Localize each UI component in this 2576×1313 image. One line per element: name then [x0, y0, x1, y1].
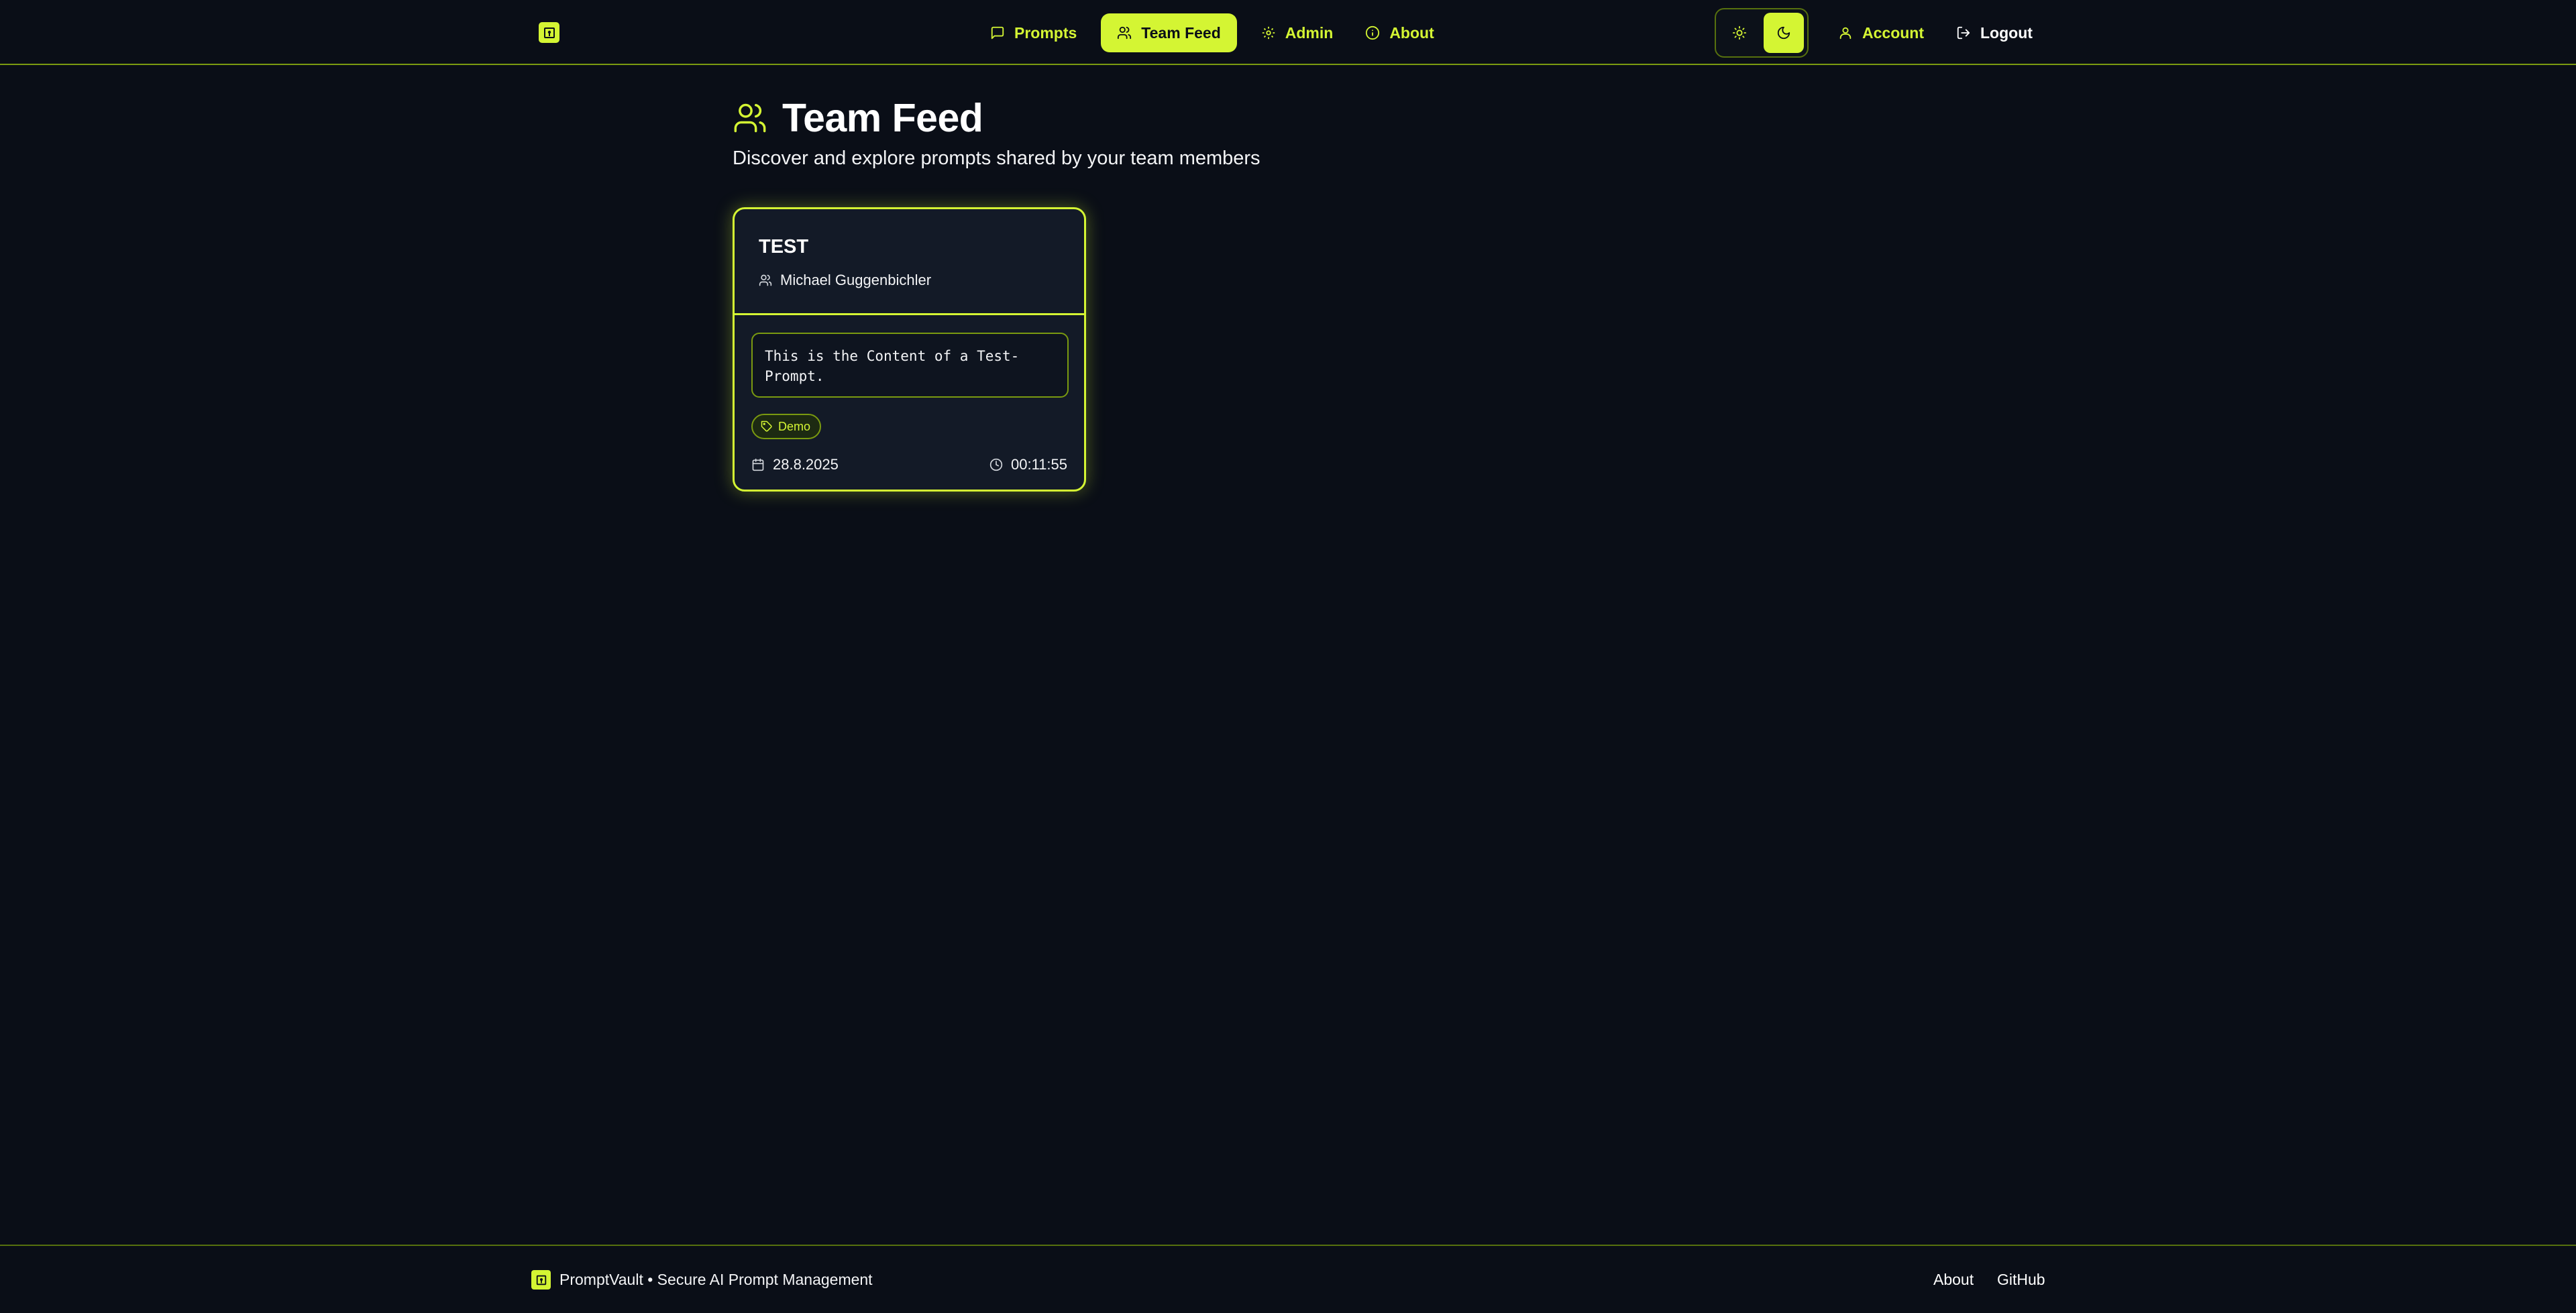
- footer: PromptVault • Secure AI Prompt Managemen…: [0, 1245, 2576, 1313]
- time-value: 00:11:55: [1010, 456, 1067, 473]
- page-header: Team Feed: [733, 95, 983, 141]
- page-title: Team Feed: [782, 96, 983, 140]
- logo-icon[interactable]: [539, 22, 559, 43]
- author-name: Michael Guggenbichler: [780, 272, 932, 288]
- user-nav: Account Logout: [1822, 13, 2049, 52]
- theme-toggle: [1715, 8, 1809, 58]
- prompt-card[interactable]: TEST Michael Guggenbichler This is the C…: [733, 207, 1086, 492]
- card-time: 00:11:55: [989, 456, 1067, 473]
- tag-icon: [761, 420, 772, 432]
- account-link[interactable]: Account: [1822, 13, 1940, 52]
- message-square-icon: [991, 26, 1004, 40]
- light-theme-button[interactable]: [1719, 13, 1760, 53]
- sun-icon: [1732, 25, 1747, 40]
- users-icon: [1118, 26, 1132, 40]
- logout-icon: [1957, 26, 1970, 40]
- prompt-content: This is the Content of a Test-Prompt.: [751, 333, 1069, 398]
- nav-team-feed[interactable]: Team Feed: [1101, 13, 1237, 52]
- dark-theme-button[interactable]: [1764, 13, 1804, 53]
- card-date: 28.8.2025: [751, 456, 839, 473]
- user-icon: [1839, 27, 1851, 40]
- card-title: TEST: [759, 236, 809, 258]
- moon-icon: [1777, 26, 1790, 40]
- page-subtitle: Discover and explore prompts shared by y…: [733, 148, 1260, 169]
- date-value: 28.8.2025: [773, 456, 839, 473]
- nav-admin[interactable]: Admin: [1245, 13, 1350, 52]
- nav-about-label: About: [1389, 23, 1434, 42]
- clock-icon: [989, 458, 1003, 471]
- nav-team-feed-label: Team Feed: [1141, 23, 1221, 42]
- footer-about-link[interactable]: About: [1933, 1271, 1974, 1289]
- nav-prompts-label: Prompts: [1014, 23, 1077, 42]
- footer-github-link[interactable]: GitHub: [1997, 1271, 2045, 1289]
- nav-prompts[interactable]: Prompts: [974, 13, 1093, 52]
- gear-icon: [1262, 26, 1275, 40]
- card-author: Michael Guggenbichler: [759, 272, 1084, 289]
- calendar-icon: [752, 458, 764, 471]
- vault-icon: [531, 1270, 551, 1290]
- nav-about[interactable]: About: [1349, 13, 1450, 52]
- users-icon: [759, 274, 772, 286]
- logout-label: Logout: [1980, 23, 2033, 42]
- tag-label: Demo: [778, 419, 811, 433]
- footer-tagline: PromptVault • Secure AI Prompt Managemen…: [559, 1271, 873, 1288]
- info-icon: [1366, 25, 1380, 40]
- users-icon: [734, 103, 766, 133]
- tag-badge[interactable]: Demo: [751, 414, 822, 439]
- top-navbar: Prompts Team Feed Admin About Account Lo…: [0, 0, 2576, 65]
- logout-button[interactable]: Logout: [1940, 13, 2049, 52]
- card-header: TEST Michael Guggenbichler: [735, 209, 1084, 315]
- main-nav: Prompts Team Feed Admin About: [974, 13, 1450, 52]
- nav-admin-label: Admin: [1285, 23, 1334, 42]
- account-label: Account: [1862, 23, 1924, 42]
